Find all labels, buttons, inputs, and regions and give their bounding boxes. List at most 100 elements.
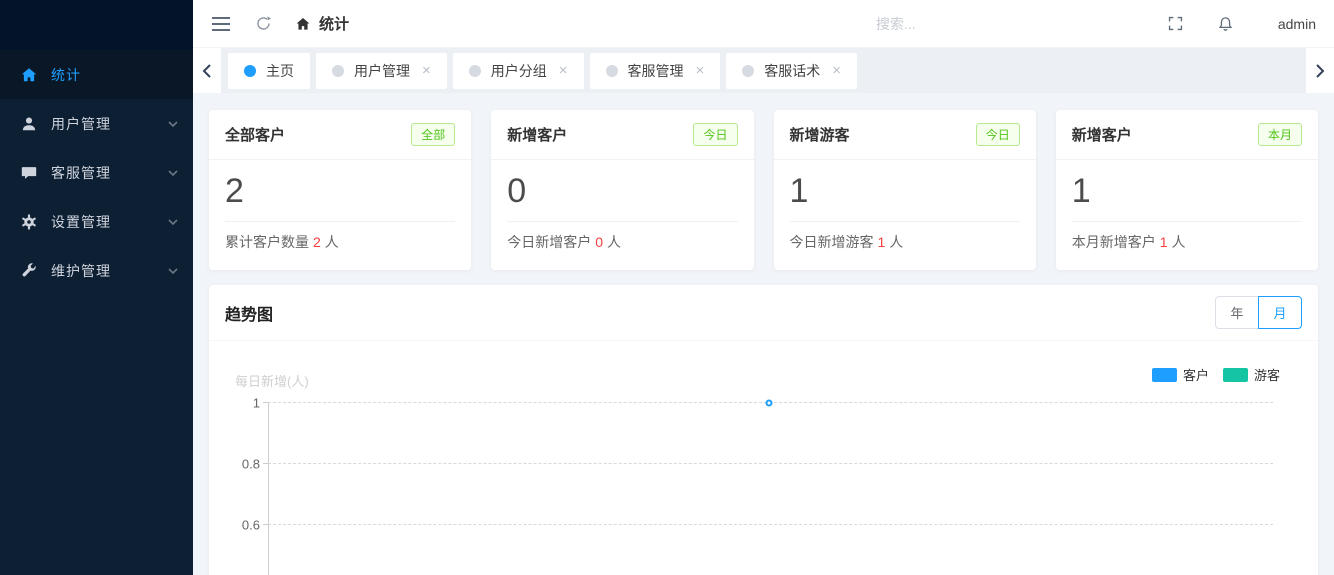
status-badge: 今日 (693, 123, 737, 146)
tab-status-dot (469, 65, 481, 77)
section-title: 趋势图 (225, 301, 273, 325)
card-title: 新增客户 (1072, 124, 1132, 145)
tab-bar: 主页 用户管理 × 用户分组 × 客服管理 × 客服话术 × (193, 48, 1334, 93)
main-column: 统计 admin 主页 用户管理 × (193, 0, 1334, 575)
chevron-left-icon (202, 64, 212, 78)
chevron-right-icon (1315, 64, 1325, 78)
tab-label: 主页 (266, 61, 294, 81)
card-footer: 今日新增游客1人 (774, 222, 1036, 262)
sidebar-item-label: 设置管理 (51, 212, 167, 232)
stat-card-new-customers-today: 新增客户 今日 0 今日新增客户0人 (491, 110, 753, 270)
y-tick-label: 0.8 (226, 457, 260, 472)
sidebar-item-label: 统计 (51, 65, 179, 85)
fullscreen-icon[interactable] (1166, 14, 1186, 34)
bell-icon[interactable] (1216, 14, 1236, 34)
year-toggle-button[interactable]: 年 (1215, 296, 1259, 329)
tab-status-dot (244, 65, 256, 77)
footer-number: 1 (1160, 234, 1168, 250)
footer-number: 0 (595, 234, 603, 250)
chart-legend: 客户 游客 (1138, 365, 1280, 384)
sidebar-logo-area (0, 0, 193, 50)
user-menu[interactable]: admin (1278, 16, 1316, 32)
plot-area: 1 0.8 0.6 (268, 402, 1273, 575)
stat-card-new-customers-month: 新增客户 本月 1 本月新增客户1人 (1056, 110, 1318, 270)
tab-home[interactable]: 主页 (228, 53, 310, 89)
data-point-customers (766, 400, 773, 407)
card-footer: 累计客户数量2人 (209, 222, 471, 262)
chevron-down-icon (167, 167, 179, 179)
status-badge: 本月 (1258, 123, 1302, 146)
tab-label: 用户管理 (354, 61, 410, 81)
status-badge: 全部 (411, 123, 455, 146)
close-icon[interactable]: × (559, 63, 568, 78)
tab-label: 用户分组 (491, 61, 547, 81)
card-value: 2 (209, 160, 471, 221)
close-icon[interactable]: × (696, 63, 705, 78)
tabs-strip: 主页 用户管理 × 用户分组 × 客服管理 × 客服话术 × (221, 48, 1306, 93)
home-icon (295, 16, 311, 32)
y-tick-label: 0.6 (226, 518, 260, 533)
chevron-down-icon (167, 216, 179, 228)
breadcrumb: 统计 (295, 13, 349, 34)
close-icon[interactable]: × (832, 63, 841, 78)
tab-service-scripts[interactable]: 客服话术 × (726, 53, 857, 89)
y-axis-title: 每日新增(人) (235, 371, 309, 390)
tab-status-dot (606, 65, 618, 77)
tabs-scroll-right-button[interactable] (1306, 48, 1334, 93)
tab-label: 客服管理 (628, 61, 684, 81)
close-icon[interactable]: × (422, 63, 431, 78)
tab-label: 客服话术 (764, 61, 820, 81)
card-value: 0 (491, 160, 753, 221)
line-chart: 每日新增(人) 客户 游客 1 (209, 341, 1318, 575)
sidebar: 统计 用户管理 客服管理 设置管理 (0, 0, 193, 575)
y-tick-label: 1 (226, 396, 260, 411)
month-toggle-button[interactable]: 月 (1258, 296, 1302, 329)
tick-mark (263, 524, 268, 525)
sidebar-item-service-management[interactable]: 客服管理 (0, 148, 193, 197)
home-icon (19, 65, 39, 85)
sidebar-item-label: 客服管理 (51, 163, 167, 183)
top-navbar: 统计 admin (193, 0, 1334, 48)
tabs-scroll-left-button[interactable] (193, 48, 221, 93)
gridline: 0.6 (268, 524, 1273, 525)
trend-header: 趋势图 年 月 (209, 285, 1318, 341)
card-title: 新增游客 (790, 124, 850, 145)
footer-number: 2 (313, 234, 321, 250)
trend-chart-card: 趋势图 年 月 每日新增(人) 客户 游客 (209, 285, 1318, 575)
sidebar-item-maintenance-management[interactable]: 维护管理 (0, 246, 193, 295)
footer-number: 1 (878, 234, 886, 250)
sidebar-item-user-management[interactable]: 用户管理 (0, 99, 193, 148)
tab-service-management[interactable]: 客服管理 × (590, 53, 721, 89)
period-toggle: 年 月 (1215, 296, 1302, 329)
stat-card-new-visitors-today: 新增游客 今日 1 今日新增游客1人 (774, 110, 1036, 270)
tick-mark (263, 463, 268, 464)
card-footer: 本月新增客户1人 (1056, 222, 1318, 262)
stat-card-all-customers: 全部客户 全部 2 累计客户数量2人 (209, 110, 471, 270)
hamburger-icon[interactable] (211, 14, 231, 34)
stat-cards-row: 全部客户 全部 2 累计客户数量2人 新增客户 今日 0 今日新增客户0人 新增… (209, 110, 1318, 270)
card-title: 新增客户 (507, 124, 567, 145)
tab-user-management[interactable]: 用户管理 × (316, 53, 447, 89)
legend-item-visitors[interactable]: 游客 (1223, 365, 1280, 384)
card-title: 全部客户 (225, 124, 285, 145)
legend-item-customers[interactable]: 客户 (1152, 365, 1209, 384)
card-value: 1 (774, 160, 1036, 221)
tick-mark (263, 402, 268, 403)
tab-user-groups[interactable]: 用户分组 × (453, 53, 584, 89)
content-area: 全部客户 全部 2 累计客户数量2人 新增客户 今日 0 今日新增客户0人 新增… (193, 93, 1334, 575)
sidebar-item-statistics[interactable]: 统计 (0, 50, 193, 99)
chat-icon (19, 163, 39, 183)
gridline: 1 (268, 402, 1273, 403)
y-axis (268, 402, 269, 575)
status-badge: 今日 (976, 123, 1020, 146)
gear-icon (19, 212, 39, 232)
search-input[interactable] (876, 16, 1056, 32)
refresh-icon[interactable] (253, 14, 273, 34)
tab-status-dot (332, 65, 344, 77)
wrench-icon (19, 261, 39, 281)
tab-status-dot (742, 65, 754, 77)
sidebar-item-settings-management[interactable]: 设置管理 (0, 197, 193, 246)
card-footer: 今日新增客户0人 (491, 222, 753, 262)
sidebar-item-label: 维护管理 (51, 261, 167, 281)
user-icon (19, 114, 39, 134)
